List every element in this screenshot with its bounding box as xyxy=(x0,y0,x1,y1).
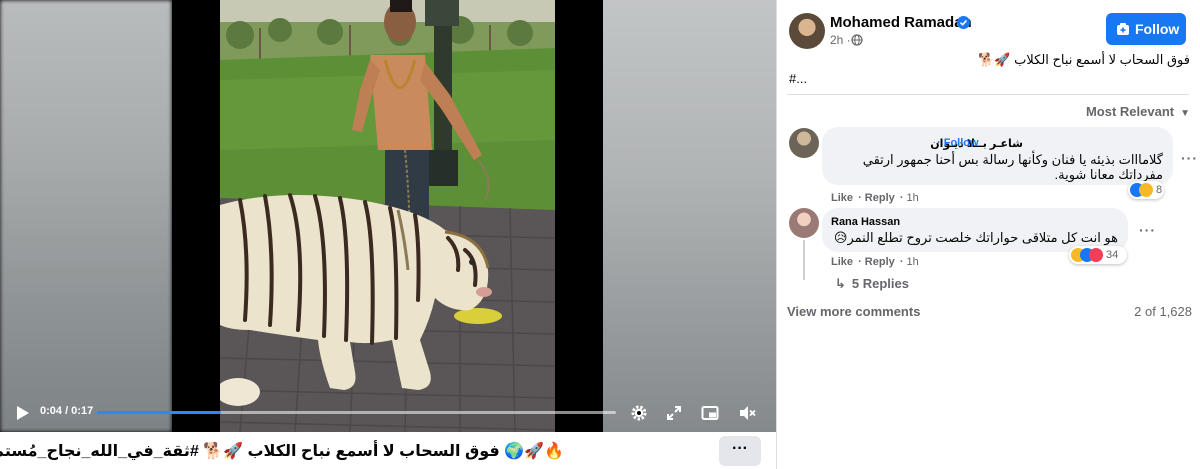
comment-like-button[interactable]: Like xyxy=(831,256,853,268)
reaction-count: 34 xyxy=(1106,249,1119,261)
author-name[interactable]: Mohamed Ramadan xyxy=(830,14,972,31)
comment-text-line: گلامااات بذيئه يا فنان وكأنها رسالة بس أ… xyxy=(862,152,1163,167)
replies-label: 5 Replies xyxy=(851,276,909,291)
love-reaction-icon xyxy=(1089,248,1103,262)
divider xyxy=(787,94,1189,95)
author-avatar[interactable] xyxy=(789,13,825,49)
sort-label: Most Relevant xyxy=(1085,104,1175,119)
caption-bar: 🔥🚀🌍 فوق السحاب لا أسمع نباح الكلاب 🚀🐕 #ث… xyxy=(0,432,776,469)
reaction-count: 8 xyxy=(1156,184,1163,196)
comment-reply-button[interactable]: Reply xyxy=(865,256,895,268)
caret-down-icon: ▼ xyxy=(1180,108,1190,119)
video-frame xyxy=(220,0,555,432)
video-controls: 0:04 / 0:17 xyxy=(0,393,776,432)
comment-follow-link[interactable]: · Follow xyxy=(937,137,979,149)
settings-gear-icon[interactable] xyxy=(629,403,649,423)
commenter-name[interactable]: Rana Hassan xyxy=(831,216,900,228)
comment-text-line: هو انت كل متلاقى حواراتك خلصت تروح تطلع … xyxy=(833,230,1118,245)
reply-arrow-icon: ↳ xyxy=(835,276,846,291)
commenter-avatar[interactable] xyxy=(789,128,819,158)
globe-icon xyxy=(851,34,863,46)
comment-like-button[interactable]: Like xyxy=(831,192,853,204)
video-progress-bar[interactable] xyxy=(96,411,616,414)
video-player[interactable]: 0:04 / 0:17 xyxy=(0,0,776,432)
video-blur-backdrop-right xyxy=(603,0,776,432)
comment-actions: Like · Reply · 1h xyxy=(831,256,919,268)
comment-options-icon[interactable]: ··· xyxy=(1181,150,1198,166)
follow-button[interactable]: Follow xyxy=(1106,13,1186,45)
post-text: فوق السحاب لا أسمع نباح الكلاب 🚀🐕 xyxy=(978,52,1190,67)
video-letterbox-left xyxy=(172,0,220,432)
comment-reactions[interactable]: 34 xyxy=(1069,246,1127,264)
fullscreen-icon[interactable] xyxy=(664,403,684,423)
facebook-video-post: 0:04 / 0:17 🔥🚀🌍 فوق السحاب لا أسمع نباح … xyxy=(0,0,1200,469)
volume-muted-icon[interactable] xyxy=(737,403,757,423)
play-icon[interactable] xyxy=(12,403,32,423)
view-more-comments-link[interactable]: View more comments xyxy=(787,304,920,319)
comment-reactions[interactable]: 8 xyxy=(1128,181,1164,199)
commenter-avatar[interactable] xyxy=(789,208,819,238)
video-progress-fill xyxy=(96,411,221,414)
comment-time[interactable]: 1h xyxy=(907,192,919,204)
view-replies-link[interactable]: ↳ 5 Replies xyxy=(835,276,909,292)
video-time: 0:04 / 0:17 xyxy=(40,405,94,417)
more-options-button[interactable]: ··· xyxy=(719,436,761,466)
post-see-more[interactable]: #... xyxy=(789,71,807,86)
follow-page-icon xyxy=(1117,23,1129,35)
comment-actions: Like · Reply · 1h xyxy=(831,192,919,204)
follow-button-label: Follow xyxy=(1135,21,1180,37)
post-side-panel: Mohamed Ramadan 2h · Follow فوق السحاب ل… xyxy=(776,0,1200,469)
comment-time[interactable]: 1h xyxy=(907,256,919,268)
comment-reply-button[interactable]: Reply xyxy=(865,192,895,204)
comment-bubble: شاعـر بــلا ديـوان · Follow گلامااات بذي… xyxy=(822,127,1173,185)
comment-sort-dropdown[interactable]: Most Relevant ▼ xyxy=(1086,104,1190,119)
video-blur-backdrop-left xyxy=(0,0,172,432)
verified-badge-icon xyxy=(957,16,970,29)
video-caption: 🔥🚀🌍 فوق السحاب لا أسمع نباح الكلاب 🚀🐕 #ث… xyxy=(0,443,564,460)
comment-options-icon[interactable]: ··· xyxy=(1139,222,1156,238)
video-letterbox-right xyxy=(555,0,603,432)
comment-count: 2 of 1,628 xyxy=(1134,304,1192,319)
picture-in-picture-icon[interactable] xyxy=(700,403,720,423)
haha-reaction-icon xyxy=(1139,183,1153,197)
post-time[interactable]: 2h · xyxy=(830,33,851,47)
thread-line xyxy=(803,240,805,280)
